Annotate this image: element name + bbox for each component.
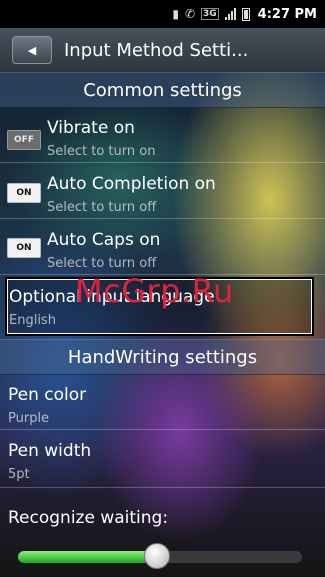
setting-title: Auto Completion on [47,174,216,194]
watermark-text: McGrp.Ru [75,272,234,310]
setting-subtitle: Select to turn on [47,144,156,159]
clock: 4:27 PM [257,6,317,22]
network-3g-icon: 3G [201,8,219,20]
setting-subtitle: 5pt [8,467,30,482]
slider-thumb[interactable] [144,543,171,569]
setting-title: Pen color [8,385,87,405]
setting-subtitle: Purple [8,411,50,426]
setting-title: Recognize waiting: [8,508,169,528]
auto-caps-toggle[interactable]: ON [7,238,41,258]
slider-fill [18,551,158,563]
signal-icon [224,8,236,20]
setting-title: Vibrate on [47,118,135,138]
setting-title: Pen width [8,441,92,461]
back-button[interactable]: ◀ [12,36,52,64]
setting-vibrate[interactable]: OFF Vibrate on Select to turn on [0,107,325,163]
setting-subtitle: Select to turn off [47,256,157,271]
section-header-common: Common settings [0,72,325,108]
setting-auto-caps[interactable]: ON Auto Caps on Select to turn off [0,219,325,275]
setting-title: Auto Caps on [47,230,161,250]
section-header-handwriting: HandWriting settings [0,339,325,375]
back-arrow-icon: ◀ [27,43,37,57]
vibrate-toggle[interactable]: OFF [7,130,41,150]
auto-completion-toggle[interactable]: ON [7,183,41,203]
title-bar: ◀ Input Method Setti... [0,28,325,72]
setting-pen-width[interactable]: Pen width 5pt [0,430,325,488]
battery-icon [241,7,250,21]
sim-icon: ▮ [172,7,179,21]
status-bar: ▮ ✆ 3G 4:27 PM [0,0,325,28]
recognize-waiting-slider[interactable] [18,543,302,569]
page-title: Input Method Setti... [64,39,249,61]
setting-subtitle: English [9,313,56,328]
setting-subtitle: Select to turn off [47,200,157,215]
phone-icon: ✆ [184,7,196,21]
setting-auto-completion[interactable]: ON Auto Completion on Select to turn off [0,163,325,219]
setting-pen-color[interactable]: Pen color Purple [0,374,325,430]
